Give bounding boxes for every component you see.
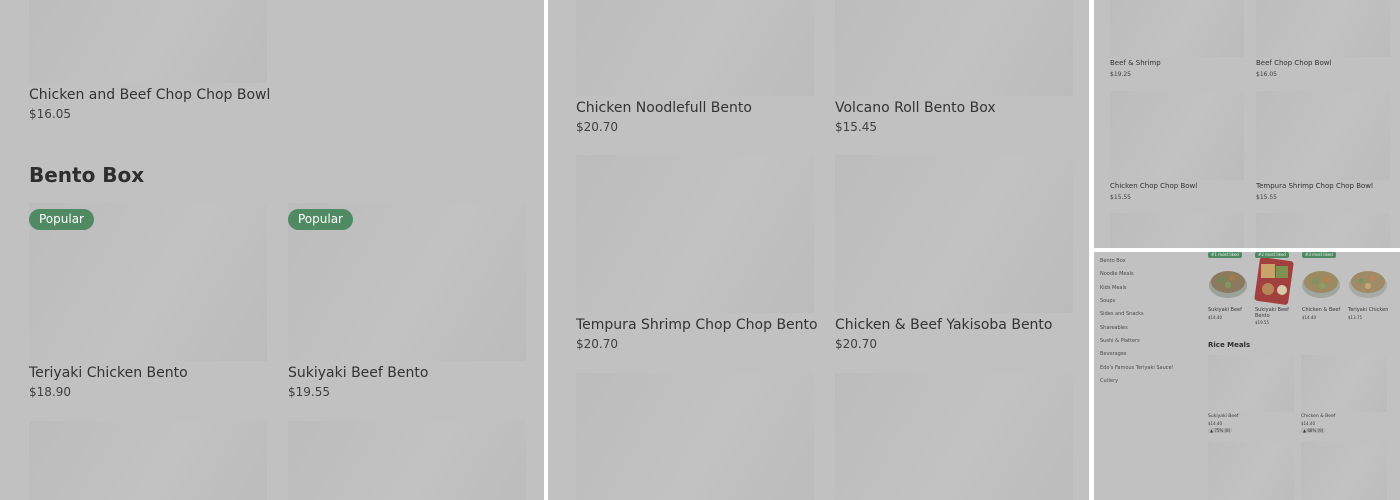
item-image[interactable]: [1110, 91, 1244, 180]
item-price: $14.40: [1208, 421, 1222, 426]
item-price: $16.05: [29, 107, 71, 121]
rating-badge: ▲ 88% (9): [1301, 428, 1326, 433]
food-photo: [1349, 271, 1387, 298]
category-link[interactable]: Kids Meals: [1100, 285, 1126, 291]
item-image[interactable]: [1256, 213, 1390, 248]
item-name[interactable]: Chicken and Beef Chop Chop Bowl: [29, 87, 270, 103]
rating-text: 88% (9): [1307, 428, 1324, 433]
category-link[interactable]: Shareables: [1100, 325, 1128, 331]
item-price: $20.70: [576, 120, 618, 134]
thumbs-up-icon: ▲: [1303, 428, 1307, 433]
item-price: $19.55: [288, 385, 330, 399]
item-image[interactable]: [1110, 213, 1244, 248]
item-name-line2[interactable]: Bento: [1255, 313, 1270, 319]
item-image[interactable]: [1208, 442, 1294, 500]
most-liked-badge: #1 most liked: [1208, 252, 1242, 258]
item-price: $14.40: [1208, 315, 1222, 320]
item-price: $15.55: [1256, 194, 1277, 201]
thumbs-up-icon: ▲: [1210, 428, 1214, 433]
item-image[interactable]: [576, 0, 814, 96]
category-link[interactable]: Beverages: [1100, 351, 1127, 357]
item-name[interactable]: Tempura Shrimp Chop Chop Bento: [576, 317, 818, 333]
section-title: Rice Meals: [1208, 341, 1251, 349]
most-liked-badge: #2 most liked: [1255, 252, 1289, 258]
item-price: $20.70: [576, 337, 618, 351]
item-name[interactable]: Chicken Chop Chop Bowl: [1110, 182, 1197, 190]
category-link[interactable]: Cutlery: [1100, 378, 1118, 384]
item-image[interactable]: [29, 421, 267, 500]
item-name[interactable]: Beef & Shrimp: [1110, 59, 1161, 67]
item-price: $19.55: [1255, 320, 1269, 325]
item-name[interactable]: Chicken & Beef Yakisoba Bento: [835, 317, 1052, 333]
item-name[interactable]: Teriyaki Chicken Bento: [29, 365, 188, 381]
category-link[interactable]: Sides and Snacks: [1100, 311, 1144, 317]
item-name[interactable]: Sukiyaki Beef Bento: [288, 365, 428, 381]
item-name[interactable]: Sukiyaki Beef: [1208, 414, 1238, 419]
item-image[interactable]: [1110, 0, 1244, 57]
item-image[interactable]: [576, 373, 814, 500]
category-link[interactable]: Sushi & Platters: [1100, 338, 1140, 344]
item-image[interactable]: [1208, 355, 1294, 412]
category-link[interactable]: Soups: [1100, 298, 1115, 304]
item-image[interactable]: [29, 0, 267, 83]
item-price: $13.75: [1348, 315, 1362, 320]
item-name[interactable]: Tempura Shrimp Chop Chop Bowl: [1256, 182, 1373, 190]
item-image[interactable]: [1301, 355, 1387, 412]
item-price: $18.90: [29, 385, 71, 399]
food-photo: [1302, 271, 1340, 298]
item-price: $14.40: [1301, 421, 1315, 426]
item-image[interactable]: [1301, 442, 1387, 500]
most-liked-badge: #3 most liked: [1302, 252, 1336, 258]
item-price: $20.70: [835, 337, 877, 351]
menu-panel-bowls: Beef & Shrimp $19.25 Beef Chop Chop Bowl…: [1094, 0, 1400, 248]
item-name[interactable]: Teriyaki Chicken: [1348, 307, 1388, 313]
item-name[interactable]: Beef Chop Chop Bowl: [1256, 59, 1331, 67]
item-image[interactable]: [1256, 0, 1390, 57]
item-name[interactable]: Chicken & Beef: [1301, 414, 1335, 419]
item-image[interactable]: [576, 155, 814, 313]
menu-panel-overview: Bento Box Noodle Meals Kids Meals Soups …: [1094, 252, 1400, 500]
item-image[interactable]: [1256, 91, 1390, 180]
item-name[interactable]: Chicken & Beef: [1302, 307, 1340, 313]
section-title: Bento Box: [29, 163, 145, 187]
food-photo: [1209, 271, 1247, 298]
category-link[interactable]: Bento Box: [1100, 258, 1126, 264]
item-price: $15.55: [1110, 194, 1131, 201]
menu-panel-bento-grid: Chicken Noodlefull Bento $20.70 Volcano …: [548, 0, 1089, 500]
item-name[interactable]: Sukiyaki Beef: [1208, 307, 1242, 313]
food-photo: [1254, 257, 1294, 305]
rating-badge: ▲ 75% (8): [1208, 428, 1233, 433]
item-image[interactable]: [835, 373, 1073, 500]
item-image[interactable]: [835, 155, 1073, 313]
item-price: $14.40: [1302, 315, 1316, 320]
category-link[interactable]: Edo's Famous Teriyaki Sauce!: [1100, 365, 1174, 371]
item-price: $16.05: [1256, 71, 1277, 78]
popular-badge: Popular: [29, 209, 94, 230]
item-price: $15.45: [835, 120, 877, 134]
item-name[interactable]: Volcano Roll Bento Box: [835, 100, 996, 116]
category-link[interactable]: Noodle Meals: [1100, 271, 1134, 277]
item-image[interactable]: [288, 421, 526, 500]
item-price: $19.25: [1110, 71, 1131, 78]
popular-badge: Popular: [288, 209, 353, 230]
rating-text: 75% (8): [1214, 428, 1231, 433]
item-name[interactable]: Chicken Noodlefull Bento: [576, 100, 752, 116]
item-image[interactable]: [835, 0, 1073, 96]
menu-panel-bento-box: Chicken and Beef Chop Chop Bowl $16.05 B…: [0, 0, 544, 500]
